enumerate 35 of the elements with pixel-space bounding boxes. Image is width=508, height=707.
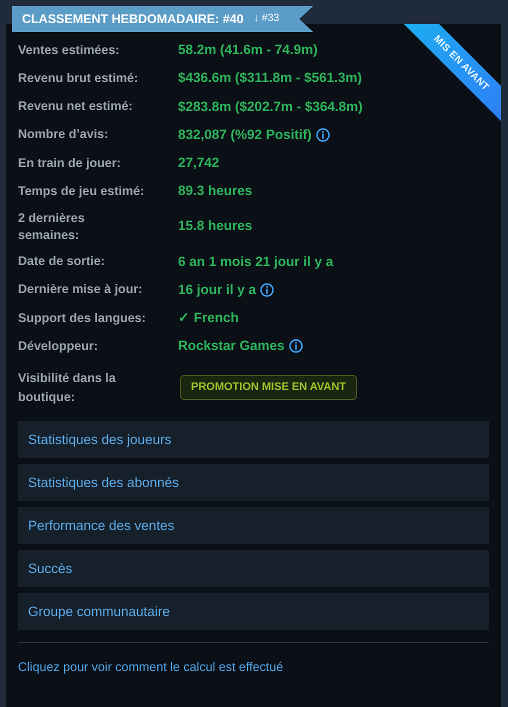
- stat-label: Revenu net estimé:: [18, 98, 134, 116]
- info-icon[interactable]: [316, 128, 330, 142]
- info-icon[interactable]: [288, 339, 303, 354]
- calculation-link[interactable]: Cliquez pour voir comment le calcul est effectué: [18, 660, 284, 674]
- stat-value: 6 an 1 mois 21 jour il y a: [178, 252, 334, 271]
- rank-title: CLASSEMENT HEBDOMADAIRE: #40: [22, 10, 244, 28]
- stat-label: Nombre d’avis:: [18, 126, 110, 144]
- stat-value: 89.3 heures: [178, 182, 252, 200]
- stat-label: Dernière mise à jour:: [18, 281, 144, 298]
- stat-value: $283.8m ($202.7m - $364.8m): [178, 98, 363, 116]
- stat-label: Date de sortie:: [18, 253, 106, 270]
- stat-label: Revenu brut estimé:: [18, 70, 140, 87]
- section-link[interactable]: Statistiques des abonnés: [18, 464, 489, 500]
- stat-label: Visibilité dans la boutique:: [18, 370, 117, 406]
- stat-label: Développeur:: [18, 338, 99, 355]
- info-icon[interactable]: [260, 282, 274, 297]
- section-link[interactable]: Performance des ventes: [18, 506, 489, 544]
- stat-value: 16 jour il y a: [178, 280, 256, 299]
- stat-value: 832,087 (%92 Positif): [178, 126, 312, 144]
- stat-value: Rockstar Games: [178, 337, 285, 356]
- stat-value: 15.8 heures: [178, 217, 252, 236]
- stat-label: Support des langues:: [18, 310, 147, 327]
- section-link[interactable]: Succès: [18, 550, 489, 586]
- stat-label: En train de jouer:: [18, 154, 122, 172]
- promotion-badge: PROMOTION MISE EN AVANT: [180, 375, 358, 400]
- stat-label: 2 dernières semaines:: [18, 210, 86, 244]
- stat-label: Temps de jeu estimé:: [18, 182, 146, 200]
- section-link[interactable]: Statistiques des joueurs: [18, 420, 489, 458]
- section-link[interactable]: Groupe communautaire: [18, 592, 489, 630]
- stat-value: $436.6m ($311.8m - $561.3m): [178, 69, 362, 88]
- stat-label: Ventes estimées:: [18, 42, 120, 59]
- stat-value: 58.2m (41.6m - 74.9m): [178, 41, 318, 59]
- stat-value: 27,742: [178, 154, 220, 172]
- stat-value: ✓ French: [178, 309, 239, 327]
- rank-change: ↓ #33: [254, 11, 280, 26]
